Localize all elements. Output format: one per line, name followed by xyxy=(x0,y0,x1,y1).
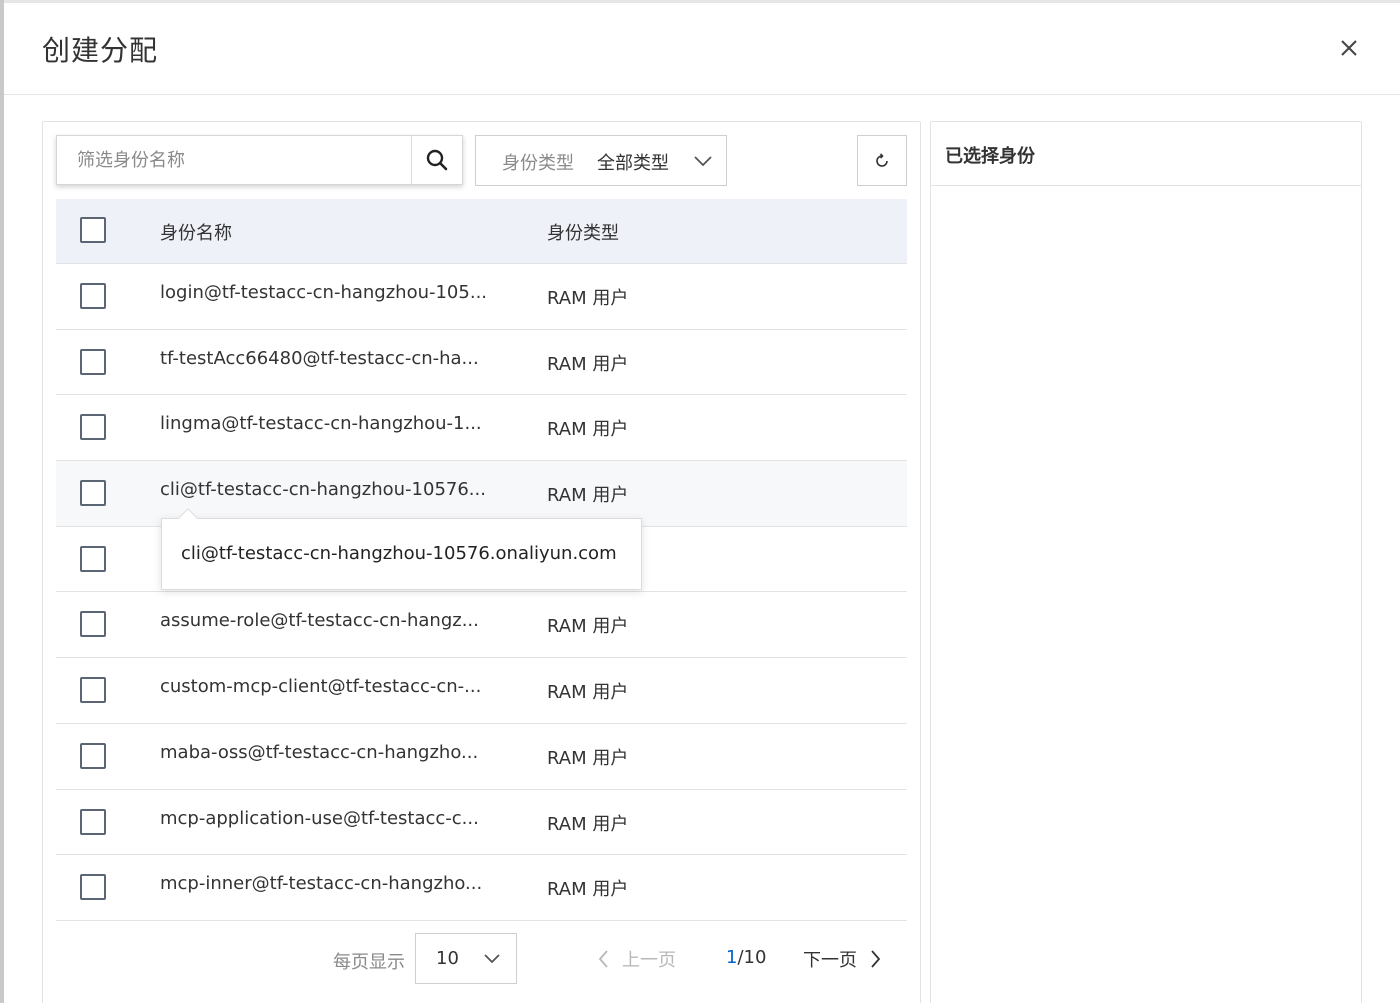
close-icon xyxy=(1341,40,1357,56)
identity-type-label: 身份类型 xyxy=(502,153,574,174)
identity-type: RAM 用户 xyxy=(547,485,629,507)
identity-name: custom-mcp-client@tf-testacc-cn-... xyxy=(160,676,482,698)
search-button[interactable] xyxy=(411,136,462,184)
identity-name: tf-testAcc66480@tf-testacc-cn-ha... xyxy=(160,347,479,369)
identity-name: maba-oss@tf-testacc-cn-hangzho... xyxy=(160,741,479,763)
selected-identities-title: 已选择身份 xyxy=(931,122,1361,186)
prev-page-label: 上一页 xyxy=(622,950,676,971)
identity-name: assume-role@tf-testacc-cn-hangz... xyxy=(160,610,479,632)
table-row[interactable]: tf-testAcc66480@tf-testacc-cn-ha... RAM … xyxy=(56,329,907,396)
table-row[interactable]: maba-oss@tf-testacc-cn-hangzho... RAM 用户 xyxy=(56,723,907,790)
chevron-down-icon xyxy=(484,954,500,964)
search-icon xyxy=(426,149,448,171)
selected-identities-panel: 已选择身份 xyxy=(930,121,1362,1003)
identity-type: RAM 用户 xyxy=(547,616,629,638)
search-input[interactable] xyxy=(57,136,411,184)
total-pages: /10 xyxy=(737,947,767,968)
table-row[interactable]: custom-mcp-client@tf-testacc-cn-... RAM … xyxy=(56,658,907,724)
identity-type: RAM 用户 xyxy=(547,288,629,309)
tooltip-text: cli@tf-testacc-cn-hangzhou-10576.onaliyu… xyxy=(181,543,617,564)
row-checkbox[interactable] xyxy=(80,808,106,835)
page-size-label: 每页显示 xyxy=(333,952,405,973)
table-row[interactable]: mcp-application-use@tf-testacc-c... RAM … xyxy=(56,789,907,856)
page-size-value: 10 xyxy=(436,948,459,969)
current-page: 1 xyxy=(726,947,738,968)
row-checkbox[interactable] xyxy=(80,742,106,769)
dialog-title: 创建分配 xyxy=(42,34,159,67)
select-all-checkbox[interactable] xyxy=(80,217,106,243)
table-row[interactable]: login@tf-testacc-cn-hangzhou-105... RAM … xyxy=(56,264,907,330)
table-row[interactable]: assume-role@tf-testacc-cn-hangz... RAM 用… xyxy=(56,592,907,659)
identity-type: RAM 用户 xyxy=(547,747,629,769)
refresh-icon xyxy=(876,152,888,167)
search-box xyxy=(56,135,463,185)
table-header: 身份名称 身份类型 xyxy=(56,199,907,264)
row-checkbox[interactable] xyxy=(80,414,106,441)
identity-name: mcp-inner@tf-testacc-cn-hangzho... xyxy=(160,873,483,895)
prev-page-button[interactable]: 上一页 xyxy=(596,946,676,972)
page-size-select[interactable]: 10 xyxy=(415,933,517,984)
chevron-left-icon xyxy=(598,950,608,968)
row-checkbox[interactable] xyxy=(80,545,106,572)
row-checkbox[interactable] xyxy=(80,348,106,375)
identity-type: RAM 用户 xyxy=(547,813,629,835)
identity-type: RAM 用户 xyxy=(547,353,629,375)
identity-name-tooltip: cli@tf-testacc-cn-hangzhou-10576.onaliyu… xyxy=(161,508,642,590)
identity-name: lingma@tf-testacc-cn-hangzhou-1... xyxy=(160,413,482,435)
identity-name: login@tf-testacc-cn-hangzhou-105... xyxy=(160,282,488,303)
row-checkbox[interactable] xyxy=(80,480,106,507)
page-indicator: 1/10 xyxy=(726,947,766,968)
identity-type: RAM 用户 xyxy=(547,419,629,441)
next-page-label: 下一页 xyxy=(803,950,857,971)
identity-type-select[interactable]: 身份类型 全部类型 xyxy=(475,135,727,186)
identity-type-value: 全部类型 xyxy=(597,153,669,174)
chevron-down-icon xyxy=(694,156,712,167)
refresh-button[interactable] xyxy=(857,135,907,186)
row-checkbox[interactable] xyxy=(80,283,106,309)
row-checkbox[interactable] xyxy=(80,874,106,901)
row-checkbox[interactable] xyxy=(80,677,106,704)
identity-type: RAM 用户 xyxy=(547,879,629,901)
identity-name: cli@tf-testacc-cn-hangzhou-10576... xyxy=(160,479,486,501)
column-header-name: 身份名称 xyxy=(160,223,232,244)
identity-type: RAM 用户 xyxy=(547,682,629,704)
dialog-header: 创建分配 xyxy=(4,3,1400,95)
column-header-type: 身份类型 xyxy=(547,223,619,244)
identity-name: mcp-application-use@tf-testacc-c... xyxy=(160,807,479,829)
table-row[interactable]: mcp-inner@tf-testacc-cn-hangzho... RAM 用… xyxy=(56,855,907,921)
pagination: 每页显示 10 上一页 1/10 下一页 xyxy=(56,932,907,984)
window-left-edge xyxy=(0,0,4,1003)
chevron-right-icon xyxy=(871,950,881,968)
close-button[interactable] xyxy=(1334,33,1364,63)
table-row[interactable]: lingma@tf-testacc-cn-hangzhou-1... RAM 用… xyxy=(56,395,907,462)
row-checkbox[interactable] xyxy=(80,611,106,638)
next-page-button[interactable]: 下一页 xyxy=(803,946,883,972)
